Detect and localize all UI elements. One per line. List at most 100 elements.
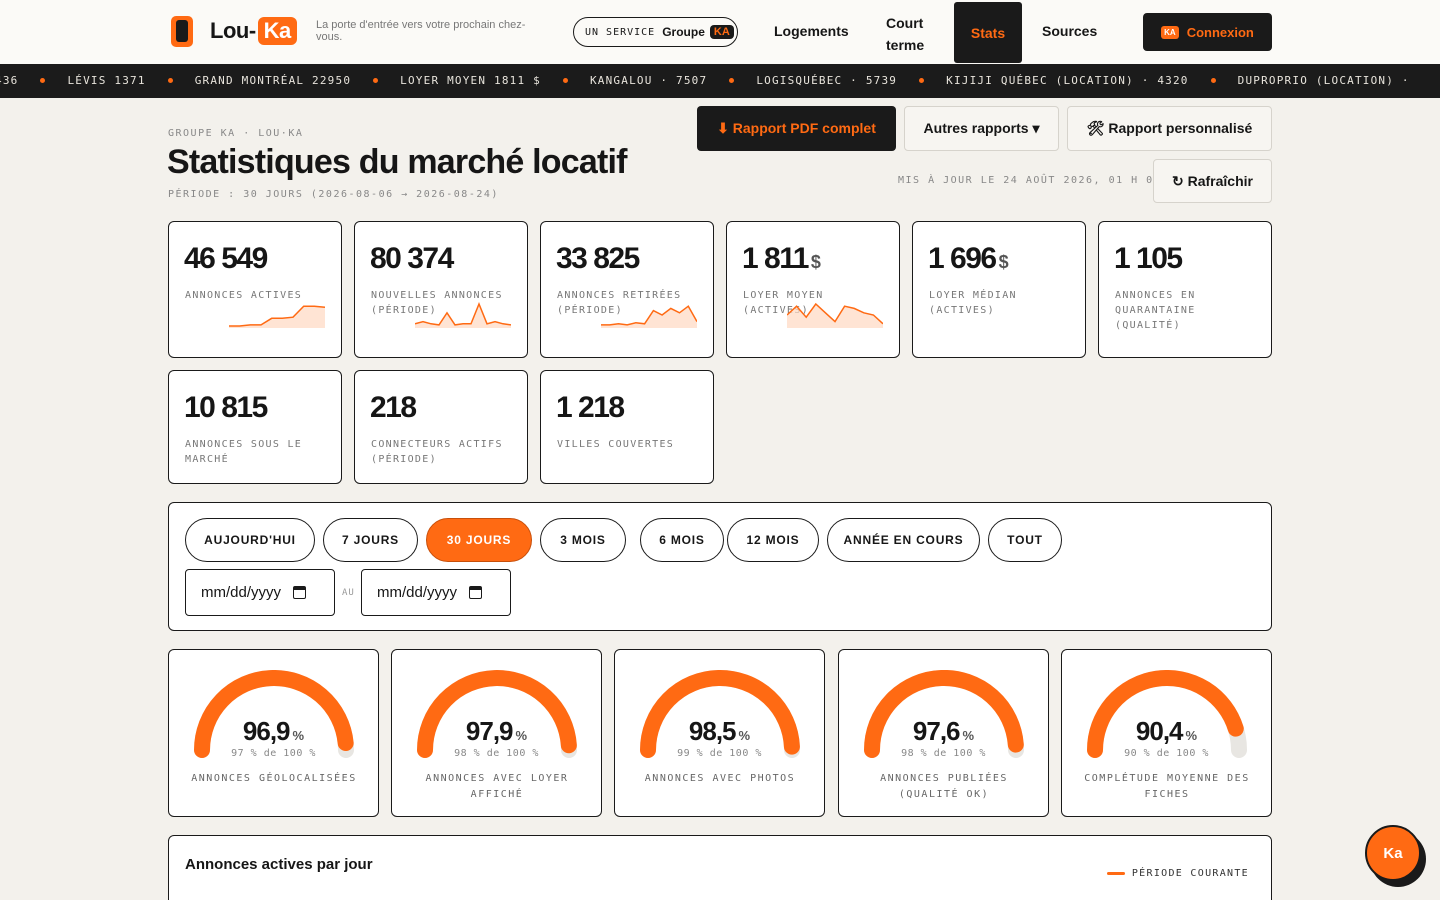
legend-label: PÉRIODE COURANTE: [1131, 868, 1249, 879]
chart-title: Annonces actives par jour: [185, 856, 373, 873]
kpi-card: 1 696 $ LOYER MÉDIAN (ACTIVES): [912, 221, 1086, 358]
download-pdf-report-button[interactable]: ⬇ Rapport PDF complet: [697, 106, 896, 151]
period-chip[interactable]: 3 MOIS: [540, 518, 626, 562]
gauge-percent-sign: %: [515, 728, 528, 743]
ticker-separator: [373, 78, 379, 83]
kpi-value-number: 33 825: [556, 242, 640, 275]
ticker-separator: [167, 78, 173, 83]
ticker-item: KANGALOU · 7507: [589, 74, 708, 87]
kpi-unit: $: [998, 252, 1009, 272]
kpi-label: VILLES COUVERTES: [557, 439, 675, 450]
kpi-value: 218: [370, 391, 417, 425]
ticker-item: KIJIJI QUÉBEC (LOCATION) · 4320: [946, 74, 1189, 87]
period-chip[interactable]: 30 JOURS: [426, 518, 532, 562]
ticker-separator: [919, 78, 925, 83]
login-label: Connexion: [1186, 24, 1254, 40]
logo[interactable]: Lou- Ka: [210, 17, 297, 45]
gauge-card: 96,9% 97 % de 100 % ANNONCES GÉOLOCALISÉES: [168, 649, 379, 817]
period-chip[interactable]: 12 MOIS: [727, 518, 819, 562]
custom-report-button[interactable]: 🛠 Rapport personnalisé: [1067, 106, 1272, 151]
ticker-item: DUPROPRIO (LOCATION) ·: [1237, 74, 1410, 87]
nav-logements[interactable]: Logements: [774, 23, 849, 39]
nav-court-terme-line2: terme: [886, 37, 925, 53]
phone-logo-icon[interactable]: [171, 16, 193, 47]
period-chip[interactable]: ANNÉE EN COURS: [827, 518, 980, 562]
ticker-item: 436: [0, 74, 19, 87]
kpi-value-number: 1 696: [928, 242, 997, 275]
nav-court-terme[interactable]: Court terme: [886, 12, 924, 56]
sparkline-area: [229, 306, 325, 328]
kpi-value: 1 811 $: [742, 242, 821, 276]
kpi-card: 1 105 ANNONCES EN QUARANTAINE (QUALITÉ): [1098, 221, 1272, 358]
gauge-label: ANNONCES GÉOLOCALISÉES: [191, 773, 357, 784]
end-date-input[interactable]: mm/dd/yyyy: [361, 569, 511, 616]
legend-line-icon: [1106, 872, 1125, 875]
other-reports-dropdown[interactable]: Autres rapports ▾: [904, 106, 1059, 151]
nav-stats[interactable]: Stats: [954, 2, 1022, 63]
period-chip[interactable]: 7 JOURS: [323, 518, 418, 562]
kpi-label: ANNONCES EN QUARANTAINE (QUALITÉ): [1115, 290, 1196, 331]
last-updated: MIS À JOUR LE 24 AOÛT 2026, 01 H 09: [898, 175, 1162, 186]
gauge-label: ANNONCES PUBLIÉES (QUALITÉ OK): [880, 773, 1008, 800]
kpi-value-number: 1 811: [742, 242, 809, 275]
gauge-value-number: 90,4: [1135, 716, 1184, 746]
start-date-input[interactable]: mm/dd/yyyy: [185, 569, 335, 616]
kpi-card: 1 218 VILLES COUVERTES: [540, 370, 714, 484]
end-date-placeholder: mm/dd/yyyy: [377, 584, 458, 601]
gauge-value: 90,4%: [1062, 716, 1271, 747]
kpi-value: 1 105: [1114, 242, 1183, 276]
gauge-card: 90,4% 90 % de 100 % COMPLÉTUDE MOYENNE DES…: [1061, 649, 1272, 817]
period-chip[interactable]: AUJOURD'HUI: [185, 518, 315, 562]
kpi-value-number: 218: [370, 391, 417, 424]
calendar-icon[interactable]: [293, 586, 307, 599]
kpi-sparkline: [601, 305, 697, 328]
kpi-value: 1 696 $: [928, 242, 1009, 276]
sparkline-area: [787, 304, 883, 328]
ticker-track: 436 LÉVIS 1371 GRAND MONTRÉAL 22950 LOYER M…: [0, 74, 1410, 87]
gauge-card: 98,5% 99 % de 100 % ANNONCES AVEC PHOTOS: [614, 649, 825, 817]
assistant-fab-button[interactable]: Ka: [1365, 825, 1421, 881]
kpi-value: 1 218: [556, 391, 625, 425]
kpi-card: 218 CONNECTEURS ACTIFS (PÉRIODE): [354, 370, 528, 484]
kpi-value: 46 549: [184, 242, 268, 276]
kpi-label: ANNONCES ACTIVES: [185, 290, 303, 301]
page-title: Statistiques du marché locatif: [167, 143, 627, 181]
kpi-unit: $: [810, 252, 821, 272]
gauge-value-number: 96,9: [242, 716, 291, 746]
nav-court-terme-line1: Court: [886, 15, 924, 31]
gauge-subtitle: 99 % de 100 %: [677, 748, 762, 759]
kpi-value-number: 1 218: [556, 391, 625, 424]
gauge-value: 96,9%: [169, 716, 378, 747]
ticker-item: LÉVIS 1371: [67, 74, 146, 87]
chart-legend: PÉRIODE COURANTE: [1106, 868, 1249, 879]
kpi-card: 33 825 ANNONCES RETIRÉES (PÉRIODE): [540, 221, 714, 358]
kpi-card: 1 811 $ LOYER MOYEN (ACTIVES): [726, 221, 900, 358]
period-chip[interactable]: 6 MOIS: [640, 518, 724, 562]
gauge-card: 97,9% 98 % de 100 % ANNONCES AVEC LOYER AF…: [391, 649, 602, 817]
service-badge[interactable]: UN SERVICE Groupe KA: [573, 17, 738, 47]
ticker-separator: [729, 78, 735, 83]
ticker-separator: [1210, 78, 1216, 83]
period-chip[interactable]: TOUT: [988, 518, 1062, 562]
refresh-button[interactable]: ↻ Rafraîchir: [1153, 159, 1272, 203]
tagline: La porte d'entrée vers votre prochain ch…: [316, 19, 526, 43]
kpi-value: 33 825: [556, 242, 640, 276]
period-filters: AUJOURD'HUI 7 JOURS 30 JOURS 3 MOIS 6 MOIS 12…: [168, 502, 1272, 631]
ticker-separator: [562, 78, 568, 83]
gauge-value-number: 97,9: [465, 716, 514, 746]
calendar-icon[interactable]: [469, 586, 483, 599]
nav-sources[interactable]: Sources: [1042, 23, 1097, 39]
login-button[interactable]: KA Connexion: [1143, 13, 1272, 51]
active-listings-chart-card: Annonces actives par jour PÉRIODE COURAN…: [168, 835, 1272, 900]
gauge-label: ANNONCES AVEC LOYER AFFICHÉ: [425, 773, 569, 800]
kpi-sparkline: [229, 305, 325, 328]
service-prefix: UN SERVICE: [585, 26, 656, 38]
gauge-percent-sign: %: [292, 728, 305, 743]
gauge-value: 98,5%: [615, 716, 824, 747]
gauge-value: 97,6%: [839, 716, 1048, 747]
gauge-percent-sign: %: [962, 728, 975, 743]
kpi-card: 80 374 NOUVELLES ANNONCES (PÉRIODE): [354, 221, 528, 358]
gauge-subtitle: 98 % de 100 %: [454, 748, 539, 759]
kpi-value-number: 80 374: [370, 242, 454, 275]
kpi-value: 80 374: [370, 242, 454, 276]
